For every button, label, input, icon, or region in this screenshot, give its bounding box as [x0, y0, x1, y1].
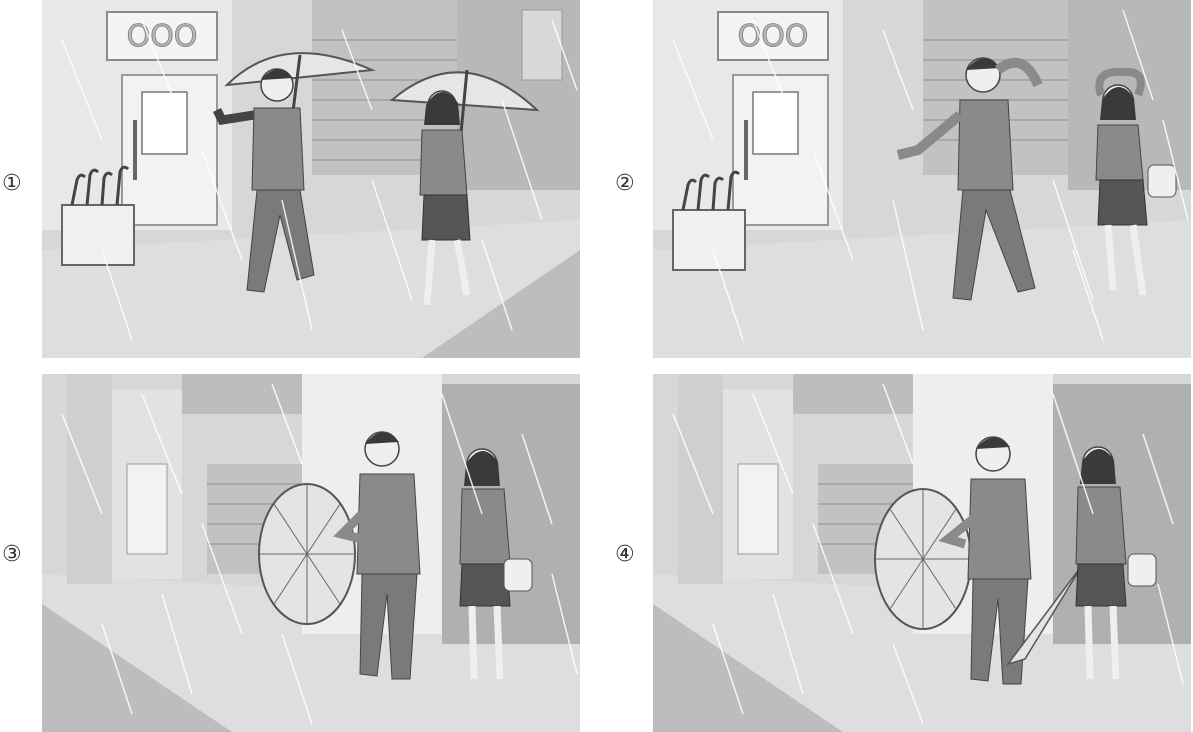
shop-sign-text: OOO — [738, 19, 809, 54]
panel-number-4: ④ — [615, 542, 635, 567]
awning — [182, 374, 302, 414]
window-right — [521, 9, 563, 81]
panel-1-illustration: OOO — [42, 0, 580, 358]
building-far-left — [678, 374, 723, 584]
panel-4-sharing-umbrellas — [653, 374, 1191, 732]
panel-number-1: ① — [2, 171, 22, 196]
panel-4-illustration — [653, 374, 1191, 732]
panel-3-illustration — [42, 374, 580, 732]
shoulder-bag — [1127, 553, 1157, 587]
shoulder-bag — [503, 558, 533, 592]
panel-3-offering-open-umbrella — [42, 374, 580, 732]
door-left — [737, 463, 779, 555]
building-far-left — [67, 374, 112, 584]
door-left — [126, 463, 168, 555]
door-poster — [752, 91, 799, 155]
umbrella-icon — [874, 488, 972, 630]
shop-sign-text: OOO — [127, 19, 198, 54]
panel-2-illustration: OOO — [653, 0, 1191, 358]
panel-1-walking-with-umbrellas: OOO — [42, 0, 580, 358]
panel-number-2: ② — [615, 171, 635, 196]
panel-2-caught-in-rain: OOO — [653, 0, 1191, 358]
umbrella-icon — [258, 483, 356, 625]
panel-number-3: ③ — [2, 542, 22, 567]
shoulder-bag — [1147, 164, 1177, 198]
awning — [793, 374, 913, 414]
door-poster — [141, 91, 188, 155]
